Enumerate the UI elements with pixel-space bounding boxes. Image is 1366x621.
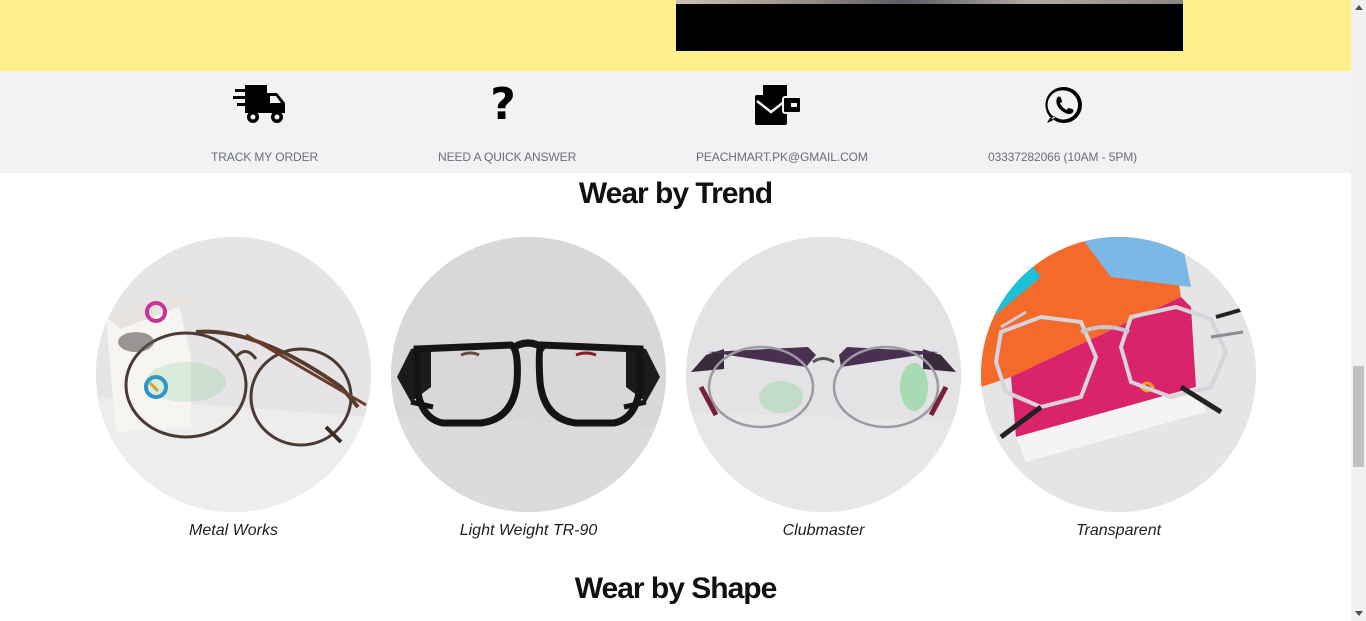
whatsapp-item[interactable]: 03337282066 (10AM - 5PM) [988, 71, 1141, 173]
page: TRACK MY ORDER ? NEED A QUICK ANSWER PEA… [0, 0, 1351, 621]
page-scrollbar[interactable] [1351, 0, 1366, 621]
email-item[interactable]: PEACHMART.PK@GMAIL.COM [696, 71, 868, 173]
trend-image-transparent[interactable] [981, 237, 1256, 512]
trend-image-clubmaster[interactable] [686, 237, 961, 512]
whatsapp-label: 03337282066 (10AM - 5PM) [988, 150, 1138, 164]
trend-image-metal-works[interactable] [96, 237, 371, 512]
truck-icon [233, 81, 289, 129]
section-title-shape: Wear by Shape [574, 572, 778, 605]
scroll-up-arrow-icon[interactable] [1351, 0, 1366, 15]
trend-label-light-weight[interactable]: Light Weight TR-90 [391, 522, 666, 540]
hero-video[interactable] [676, 0, 1183, 51]
trend-label-transparent[interactable]: Transparent [981, 522, 1256, 540]
trend-label-metal-works[interactable]: Metal Works [96, 522, 371, 540]
track-order-label: TRACK MY ORDER [211, 150, 319, 164]
trend-label-clubmaster[interactable]: Clubmaster [686, 522, 961, 540]
trend-card-clubmaster[interactable]: Clubmaster [686, 237, 961, 539]
mail-icon [753, 81, 803, 129]
trend-image-light-weight[interactable] [391, 237, 666, 512]
trend-card-light-weight[interactable]: Light Weight TR-90 [391, 237, 666, 539]
whatsapp-icon [1044, 81, 1084, 129]
info-bar: TRACK MY ORDER ? NEED A QUICK ANSWER PEA… [0, 71, 1351, 173]
scrollbar-thumb[interactable] [1353, 366, 1364, 467]
trend-card-metal-works[interactable]: Metal Works [96, 237, 371, 539]
email-label: PEACHMART.PK@GMAIL.COM [696, 150, 868, 164]
hero-banner [0, 0, 1351, 71]
quick-answer-item[interactable]: ? NEED A QUICK ANSWER [438, 71, 576, 173]
quick-answer-label: NEED A QUICK ANSWER [438, 150, 577, 164]
question-icon: ? [490, 79, 516, 130]
hero-video-frame [676, 0, 1183, 4]
scroll-down-arrow-icon[interactable] [1351, 606, 1366, 621]
section-title-trend: Wear by Trend [578, 177, 773, 210]
trend-card-transparent[interactable]: Transparent [981, 237, 1256, 539]
track-order-item[interactable]: TRACK MY ORDER [211, 71, 318, 173]
